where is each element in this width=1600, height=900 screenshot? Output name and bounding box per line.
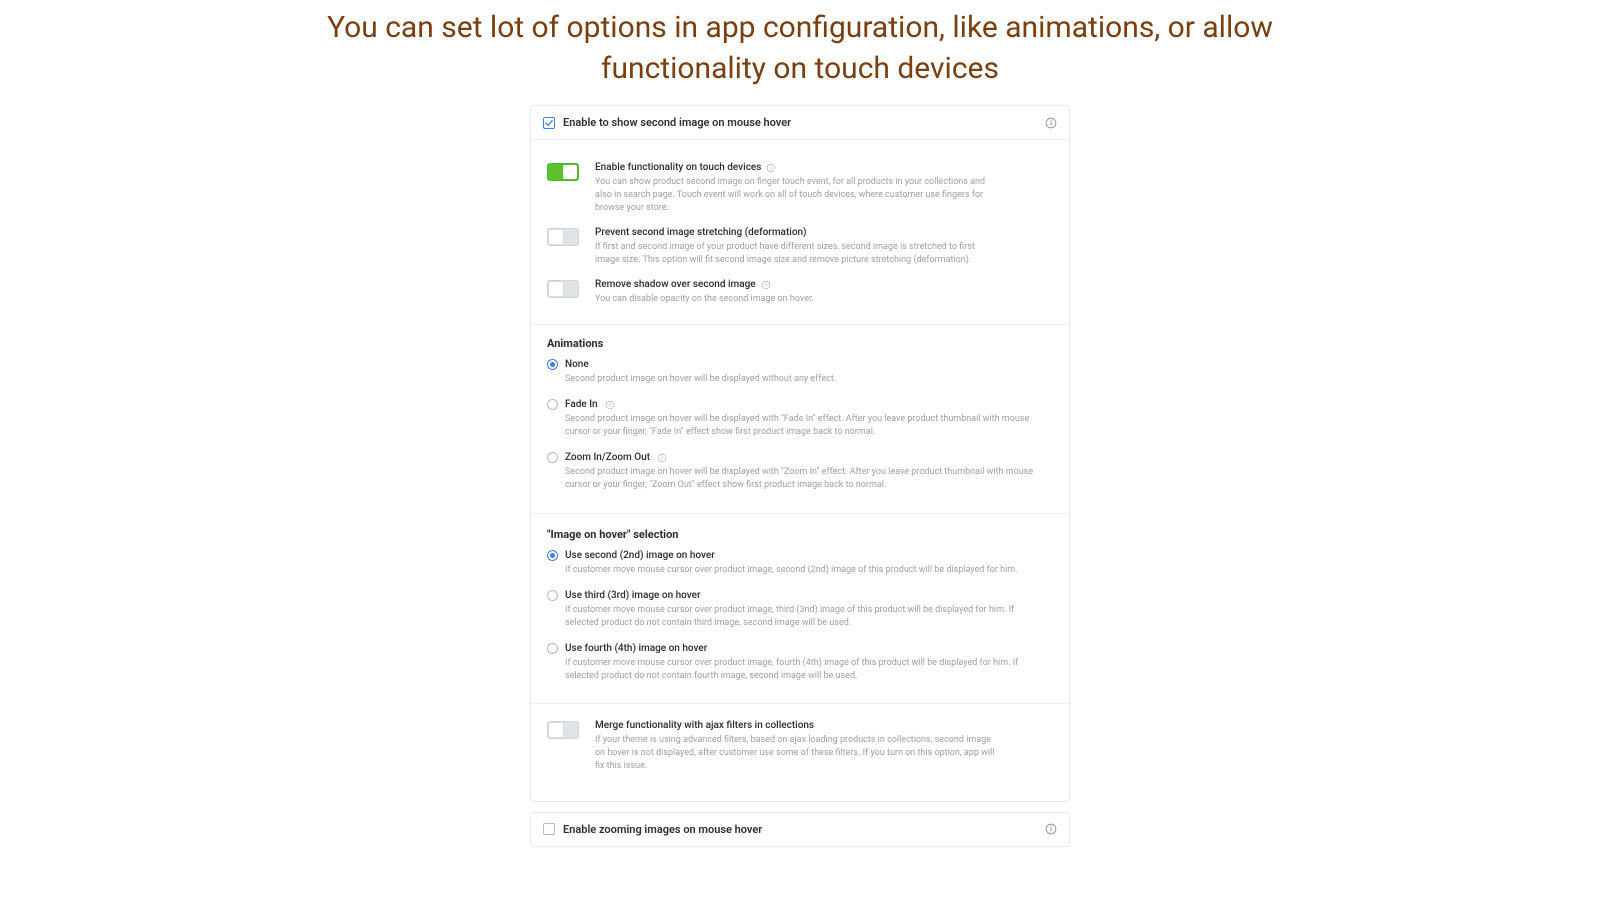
toggle-prevent-stretch[interactable] [547, 228, 579, 246]
divider [531, 513, 1069, 514]
card-body: Enable functionality on touch devices Yo… [531, 140, 1069, 801]
option-desc: You can show product second image on fin… [595, 176, 995, 215]
info-icon[interactable] [1045, 823, 1057, 835]
radio-label: Use fourth (4th) image on hover [565, 643, 707, 654]
checkbox-enable-zoom[interactable] [543, 823, 555, 835]
anim-option-zoom: Zoom In/Zoom Out Second product image on… [543, 447, 1057, 500]
card-header-label: Enable to show second image on mouse hov… [563, 116, 791, 129]
option-label: Remove shadow over second image [595, 279, 756, 290]
page-title: You can set lot of options in app config… [250, 0, 1350, 101]
option-desc: If first and second image of your produc… [595, 241, 995, 267]
option-desc: You can disable opacity on the second im… [595, 293, 995, 306]
radio-desc: If customer move mouse cursor over produ… [565, 604, 1035, 630]
option-merge-ajax: Merge functionality with ajax filters in… [543, 712, 1057, 787]
info-icon[interactable] [657, 453, 667, 463]
radio-anim-none[interactable] [547, 359, 558, 370]
info-icon[interactable] [766, 163, 776, 173]
hover-option-fourth: Use fourth (4th) image on hover If custo… [543, 638, 1057, 691]
hover-option-third: Use third (3rd) image on hover If custom… [543, 585, 1057, 638]
radio-desc: Second product image on hover will be di… [565, 466, 1035, 492]
info-icon[interactable] [1045, 117, 1057, 129]
radio-hover-third[interactable] [547, 590, 558, 601]
check-icon [545, 119, 553, 127]
option-label: Enable functionality on touch devices [595, 162, 761, 173]
option-touch-devices: Enable functionality on touch devices Yo… [543, 148, 1057, 223]
section-hover-selection-title: "Image on hover" selection [543, 522, 1057, 545]
anim-option-fade: Fade In Second product image on hover wi… [543, 394, 1057, 447]
toggle-remove-shadow[interactable] [547, 280, 579, 298]
radio-anim-zoom[interactable] [547, 452, 558, 463]
option-prevent-stretch: Prevent second image stretching (deforma… [543, 223, 1057, 275]
radio-desc: If customer move mouse cursor over produ… [565, 657, 1035, 683]
radio-label: Use second (2nd) image on hover [565, 550, 715, 561]
toggle-touch-devices[interactable] [547, 163, 579, 181]
section-animations-title: Animations [543, 331, 1057, 354]
radio-hover-second[interactable] [547, 550, 558, 561]
anim-option-none: None Second product image on hover will … [543, 354, 1057, 394]
info-icon[interactable] [605, 400, 615, 410]
hover-option-second: Use second (2nd) image on hover If custo… [543, 545, 1057, 585]
card-second-image: Enable to show second image on mouse hov… [530, 105, 1070, 802]
radio-desc: Second product image on hover will be di… [565, 413, 1035, 439]
radio-desc: Second product image on hover will be di… [565, 373, 1035, 386]
radio-label: Use third (3rd) image on hover [565, 590, 701, 601]
card-zoom-images: Enable zooming images on mouse hover [530, 812, 1070, 847]
radio-label: Fade In [565, 399, 598, 410]
checkbox-enable-second-image[interactable] [543, 117, 555, 129]
toggle-merge-ajax[interactable] [547, 721, 579, 739]
radio-hover-fourth[interactable] [547, 643, 558, 654]
option-label: Merge functionality with ajax filters in… [595, 720, 814, 731]
divider [531, 703, 1069, 704]
radio-label: Zoom In/Zoom Out [565, 452, 650, 463]
radio-anim-fade[interactable] [547, 399, 558, 410]
card-header: Enable zooming images on mouse hover [531, 813, 1069, 846]
option-desc: If your theme is using advanced filters,… [595, 734, 995, 773]
radio-desc: If customer move mouse cursor over produ… [565, 564, 1035, 577]
info-icon[interactable] [761, 280, 771, 290]
divider [531, 324, 1069, 325]
option-label: Prevent second image stretching (deforma… [595, 227, 807, 238]
radio-label: None [565, 359, 589, 370]
card-header: Enable to show second image on mouse hov… [531, 106, 1069, 140]
card-header-label: Enable zooming images on mouse hover [563, 823, 762, 836]
option-remove-shadow: Remove shadow over second image You can … [543, 275, 1057, 314]
